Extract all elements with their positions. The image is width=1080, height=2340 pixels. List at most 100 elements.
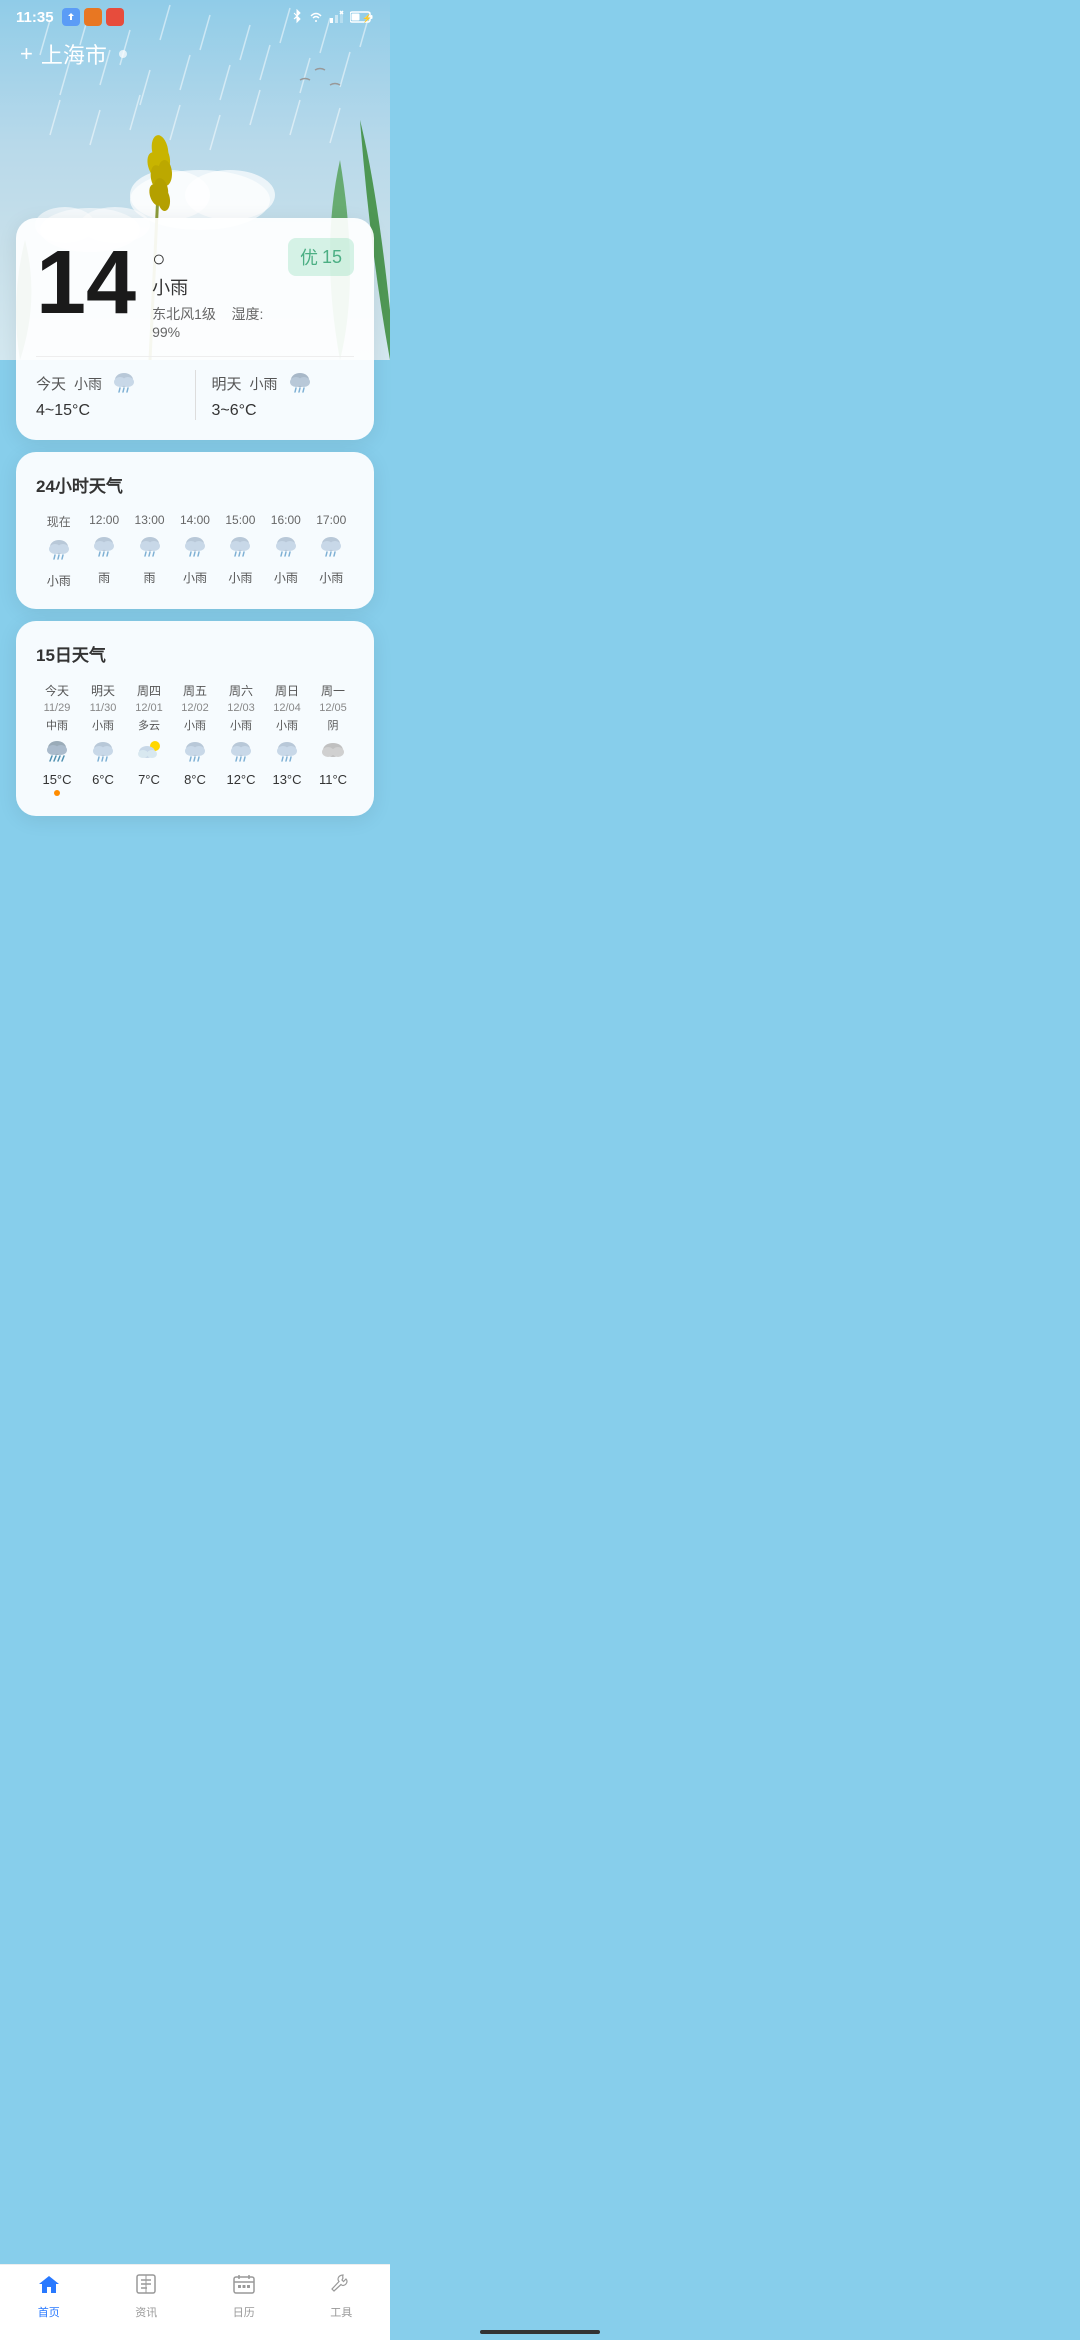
tomorrow-label: 明天 <box>212 373 242 394</box>
temp-dot-placeholder <box>284 790 290 796</box>
aqi-label: 优 <box>300 244 318 270</box>
hourly-weather-icon <box>45 536 73 566</box>
hourly-weather-label: 雨 <box>98 569 110 586</box>
nav-tools[interactable]: 工具 <box>293 2273 391 2320</box>
wind-info: 东北风1级 <box>152 306 216 322</box>
hourly-weather-icon <box>181 533 209 563</box>
daily-temp: 12°C <box>226 772 255 787</box>
daily-item: 周六 12/03 小雨 12°C <box>220 682 262 796</box>
daily-item: 今天 11/29 中雨 15°C <box>36 682 78 796</box>
city-header: + 上海市 <box>0 30 390 78</box>
temp-dot-placeholder <box>192 790 198 796</box>
hourly-weather-icon <box>272 533 300 563</box>
daily-weather-icon <box>273 738 301 767</box>
tomorrow-weather-icon <box>286 369 314 398</box>
hourly-item: 15:00 小雨 <box>218 513 263 589</box>
daily-weather-icon <box>181 738 209 767</box>
tomorrow-weather: 小雨 <box>250 374 278 394</box>
today-forecast: 今天 小雨 4~15°C <box>36 369 179 420</box>
nav-calendar[interactable]: 日历 <box>195 2273 293 2320</box>
daily-temp: 8°C <box>184 772 206 787</box>
hourly-time: 16:00 <box>271 513 301 527</box>
tools-icon <box>329 2273 353 2301</box>
signal-icon <box>329 10 345 24</box>
daily-item: 周一 12/05 阴 11°C <box>312 682 354 796</box>
daily-day: 周日 <box>275 682 299 699</box>
temp-dot-placeholder <box>238 790 244 796</box>
status-icons: ⚡ <box>291 9 374 25</box>
hourly-time: 现在 <box>47 513 71 530</box>
hourly-weather-label: 小雨 <box>183 569 207 586</box>
wifi-icon <box>308 10 324 24</box>
daily-day: 周五 <box>183 682 207 699</box>
temperature-row: 14 ○ 小雨 东北风1级 湿度: 99% 优 15 <box>36 238 354 340</box>
home-icon <box>37 2273 61 2301</box>
hourly-time: 13:00 <box>135 513 165 527</box>
nav-home-label: 首页 <box>38 2304 60 2320</box>
daily-weather: 中雨 <box>46 717 68 733</box>
card-divider <box>36 356 354 357</box>
daily-day: 明天 <box>91 682 115 699</box>
hourly-time: 14:00 <box>180 513 210 527</box>
app-icon-3 <box>106 8 124 26</box>
daily-temp: 11°C <box>319 772 347 787</box>
tomorrow-forecast: 明天 小雨 3~6°C <box>212 369 355 420</box>
nav-news[interactable]: 资讯 <box>98 2273 196 2320</box>
daily-weather-icon <box>89 738 117 767</box>
daily-weather: 小雨 <box>184 717 206 733</box>
nav-news-label: 资讯 <box>135 2304 157 2320</box>
daily-temp: 6°C <box>92 772 114 787</box>
hourly-weather-icon <box>317 533 345 563</box>
daily-day: 周一 <box>321 682 345 699</box>
weather-details: ○ 小雨 东北风1级 湿度: 99% <box>152 238 272 340</box>
hourly-grid: 现在 小雨 12:00 雨 13:00 雨 14:00 <box>36 513 354 589</box>
home-indicator <box>480 2330 600 2334</box>
daily-item: 明天 11/30 小雨 6°C <box>82 682 124 796</box>
daily-title: 15日天气 <box>36 641 354 666</box>
news-icon <box>134 2273 158 2301</box>
hourly-weather-label: 小雨 <box>274 569 298 586</box>
nav-tools-label: 工具 <box>330 2304 352 2320</box>
daily-date: 11/30 <box>90 702 117 714</box>
hourly-time: 12:00 <box>89 513 119 527</box>
daily-weather-icon <box>135 738 163 767</box>
weather-description: 小雨 <box>152 274 272 300</box>
hourly-item: 13:00 雨 <box>127 513 172 589</box>
hourly-weather-label: 小雨 <box>47 572 71 589</box>
degree-circle: ○ <box>152 246 272 272</box>
today-weather-icon <box>110 369 138 398</box>
hourly-weather-icon <box>90 533 118 563</box>
daily-item: 周四 12/01 多云 7°C <box>128 682 170 796</box>
daily-weather-icon <box>227 738 255 767</box>
daily-date: 12/01 <box>135 702 163 714</box>
svg-text:⚡: ⚡ <box>362 13 372 23</box>
temp-dot-placeholder <box>146 790 152 796</box>
app-icons <box>62 8 124 26</box>
city-name: 上海市 <box>41 38 107 70</box>
temp-dot-placeholder <box>330 790 336 796</box>
daily-weather: 阴 <box>328 717 339 733</box>
temperature-display: 14 <box>36 238 136 328</box>
daily-grid: 今天 11/29 中雨 15°C 明天 11/30 小雨 6°C 周四 12/0… <box>36 682 354 796</box>
hourly-title: 24小时天气 <box>36 472 354 497</box>
add-city-button[interactable]: + <box>20 41 33 67</box>
daily-weather: 小雨 <box>276 717 298 733</box>
location-dot <box>119 50 127 58</box>
hourly-item: 16:00 小雨 <box>263 513 308 589</box>
daily-weather: 小雨 <box>92 717 114 733</box>
daily-date: 12/04 <box>273 702 301 714</box>
hourly-item: 17:00 小雨 <box>309 513 354 589</box>
hourly-weather-icon <box>226 533 254 563</box>
daily-weather-icon <box>43 738 71 767</box>
today-label: 今天 <box>36 373 66 394</box>
nav-home[interactable]: 首页 <box>0 2273 98 2320</box>
hourly-weather-label: 小雨 <box>228 569 252 586</box>
main-content: 14 ○ 小雨 东北风1级 湿度: 99% 优 15 今天 <box>0 218 390 924</box>
bottom-navigation: 首页 资讯 日历 <box>0 2264 390 2340</box>
hourly-forecast-card: 24小时天气 现在 小雨 12:00 雨 13:00 雨 14:00 <box>16 452 374 609</box>
daily-date: 12/03 <box>227 702 255 714</box>
temp-dot-placeholder <box>100 790 106 796</box>
status-bar: 11:35 <box>0 0 390 30</box>
battery-icon: ⚡ <box>350 10 374 24</box>
app-icon-1 <box>62 8 80 26</box>
